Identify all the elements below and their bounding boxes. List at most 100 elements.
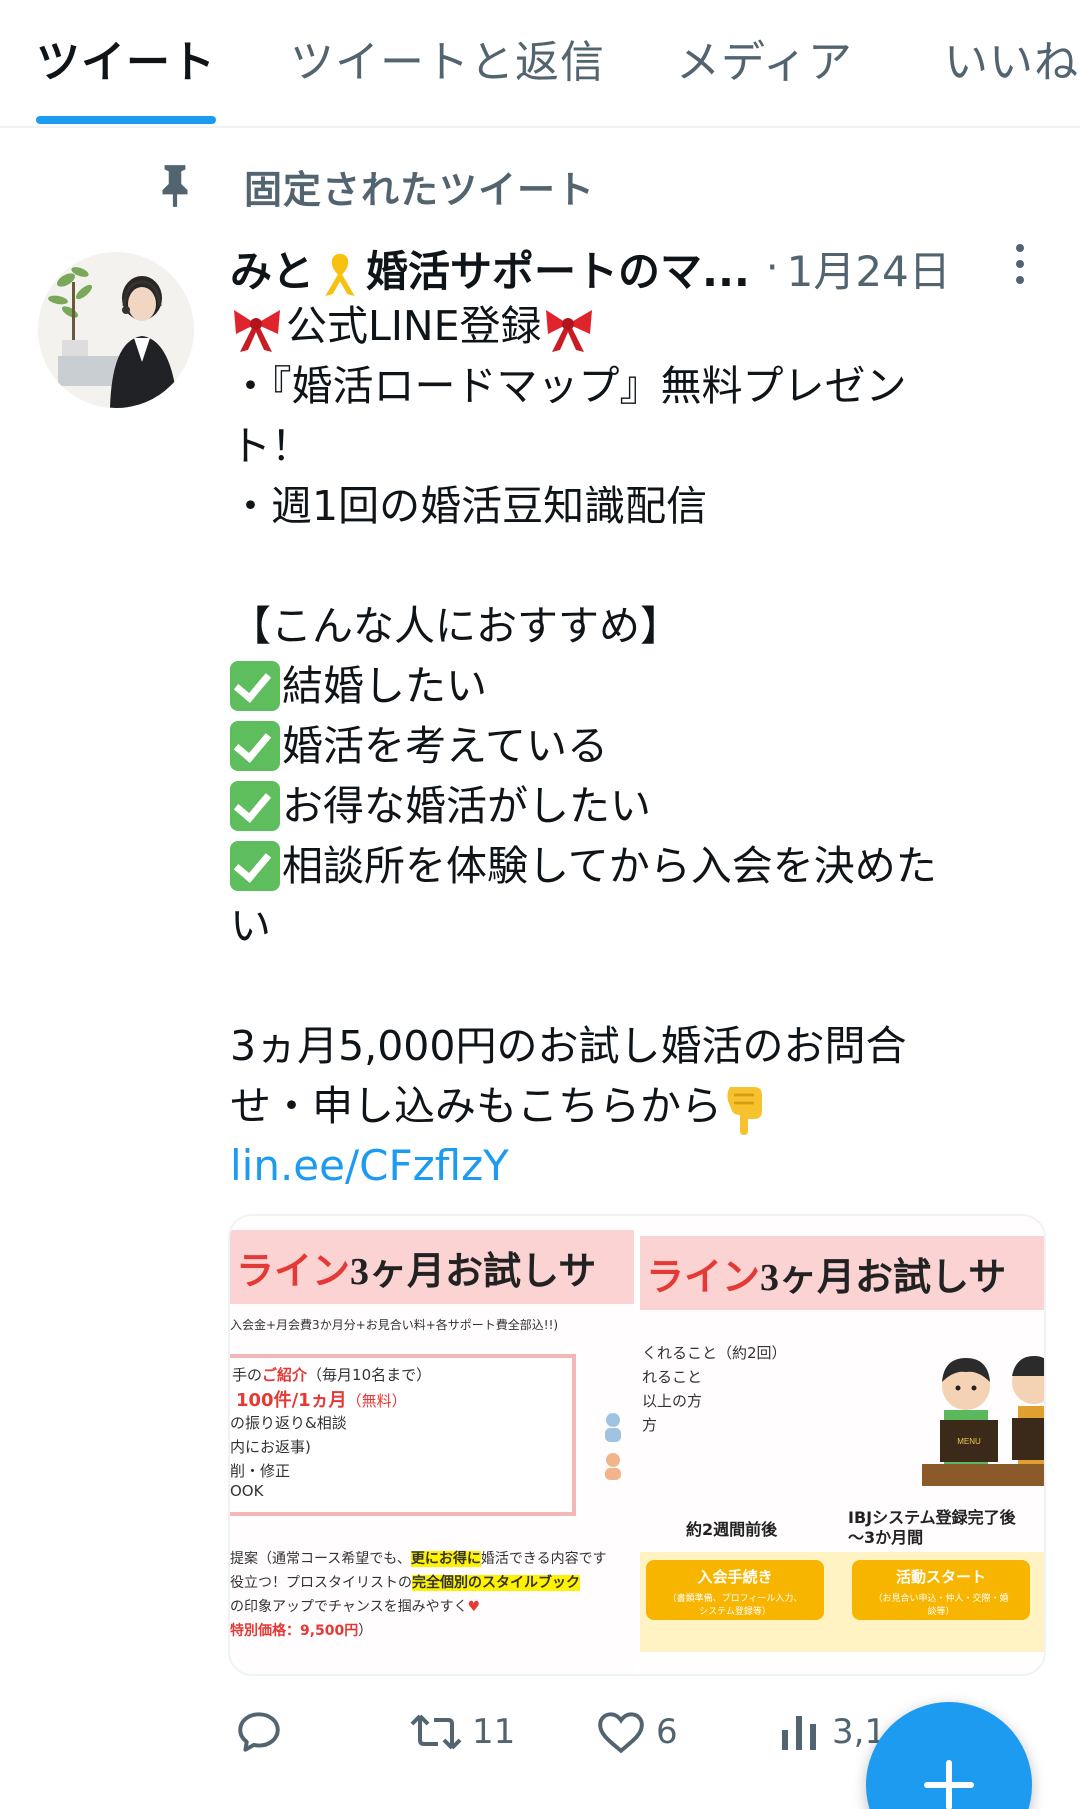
heart-icon bbox=[598, 1712, 644, 1754]
media-text: （毎月10名まで） bbox=[307, 1366, 432, 1384]
media-text: ） bbox=[358, 1623, 373, 1639]
media-text: 婚活できる内容です bbox=[480, 1551, 607, 1567]
media-text: （無料） bbox=[346, 1392, 407, 1410]
media-text: 入会手続き bbox=[697, 1568, 773, 1586]
views-button[interactable]: 3,1 bbox=[778, 1700, 886, 1764]
pinned-indicator: 固定されたツイート bbox=[150, 158, 595, 214]
media-text: 手の bbox=[232, 1366, 263, 1384]
tab-tweets-and-replies[interactable]: ツイートと返信 bbox=[290, 26, 605, 90]
heart-icon: ♥ bbox=[467, 1599, 481, 1615]
media-image-right[interactable]: ライン 3ヶ月お試しサ くれること（約2回） れること 以上の方 方 MENU 約… bbox=[640, 1216, 1044, 1674]
media-text: 以上の方 bbox=[642, 1392, 703, 1410]
banner-black-text: 3ヶ月お試しサ bbox=[350, 1250, 597, 1293]
media-text: くれること（約2回） bbox=[642, 1344, 787, 1362]
tweet-line: お得な婚活がしたい bbox=[230, 776, 1020, 836]
media-text: 提案（通常コース希望でも、 bbox=[230, 1551, 411, 1567]
media-text: 約2週間前後 bbox=[686, 1520, 778, 1539]
like-button[interactable]: 6 bbox=[596, 1700, 678, 1764]
pinned-label: 固定されたツイート bbox=[244, 167, 596, 212]
tweet-line: 結婚したい bbox=[230, 656, 1020, 716]
more-options-icon[interactable] bbox=[1005, 242, 1035, 286]
tweet-line: ト！ bbox=[230, 422, 312, 470]
tweet-line: 相談所を体験してから入会を決めた bbox=[230, 836, 1020, 896]
check-mark-icon bbox=[230, 781, 280, 831]
tweet-line: 3ヵ月5,000円のお試し婚活のお問合 bbox=[230, 1022, 907, 1070]
like-count: 6 bbox=[656, 1712, 678, 1752]
tweet-media: ライン 3ヶ月お試しサ 入会金+月会費3か月分+お見合い料+各サポート費全部込!!… bbox=[228, 1214, 1046, 1676]
avatar-photo bbox=[38, 252, 194, 408]
person-icon bbox=[605, 1413, 621, 1480]
retweet-icon bbox=[410, 1714, 462, 1750]
header-separator: · bbox=[765, 245, 779, 291]
red-ribbon-icon bbox=[234, 310, 280, 352]
tweet-text: 公式LINE登録 ・『婚活ロードマップ』無料プレゼン ト！ ・週1回の婚活豆知識… bbox=[230, 296, 1020, 1196]
views-icon bbox=[782, 1716, 816, 1750]
media-text: （お見合い申込・仲人・交際・婚 bbox=[873, 1594, 1009, 1604]
banner-red-text: ライン bbox=[236, 1250, 351, 1293]
reply-button[interactable] bbox=[234, 1700, 294, 1764]
media-text: 役立つ！プロスタイリストの bbox=[230, 1575, 412, 1591]
media-text: （書類準備、プロフィール入力、 bbox=[667, 1594, 803, 1604]
step-card: 活動スタート （お見合い申込・仲人・交際・婚 談等） bbox=[852, 1560, 1030, 1620]
media-text-line: 手のご紹介（毎月10名まで） bbox=[232, 1364, 431, 1385]
media-text-line: 役立つ！プロスタイリストの完全個別のスタイルブック bbox=[230, 1572, 580, 1592]
tweet-line: ・『婚活ロードマップ』無料プレゼン bbox=[230, 362, 907, 410]
display-name-suffix: 婚活サポートのマ... bbox=[366, 246, 750, 296]
tweet-line: 【こんな人におすすめ】 bbox=[230, 602, 681, 650]
tweet-line-text: 公式LINE登録 bbox=[286, 302, 542, 350]
retweet-button[interactable]: 11 bbox=[410, 1700, 515, 1764]
tweet-line-text: 婚活を考えている bbox=[282, 722, 608, 770]
tweet-line: 公式LINE登録 bbox=[230, 296, 1020, 356]
banner-red-text: ライン bbox=[646, 1256, 761, 1299]
tab-tweets[interactable]: ツイート bbox=[36, 26, 216, 90]
tweet-line: い bbox=[230, 902, 271, 950]
media-text-line: 特別価格：9,500円） bbox=[230, 1620, 372, 1640]
media-text: 100件/1ヵ月 bbox=[236, 1390, 347, 1411]
media-text: 更にお得に bbox=[410, 1551, 481, 1567]
reply-icon bbox=[238, 1712, 280, 1752]
media-banner: ライン 3ヶ月お試しサ bbox=[640, 1236, 1044, 1310]
media-text: 削・修正 bbox=[230, 1462, 291, 1480]
yellow-ribbon-icon bbox=[325, 253, 355, 296]
tweet-line-text: せ・申し込みもこちらから bbox=[230, 1082, 722, 1130]
banner-black-text: 3ヶ月お試しサ bbox=[760, 1256, 1007, 1299]
tweet-date[interactable]: 1月24日 bbox=[787, 238, 951, 299]
reading-kids-illustration: MENU bbox=[922, 1356, 1044, 1486]
media-text: 特別価格：9,500円 bbox=[230, 1623, 359, 1639]
tab-media[interactable]: メディア bbox=[676, 26, 853, 90]
media-text: 方 bbox=[642, 1416, 658, 1434]
media-text: OOK bbox=[230, 1482, 264, 1500]
book-label: MENU bbox=[957, 1437, 981, 1446]
avatar[interactable] bbox=[38, 252, 194, 408]
media-banner: ライン 3ヶ月お試しサ bbox=[230, 1230, 634, 1304]
media-text: 談等） bbox=[927, 1607, 955, 1617]
retweet-count: 11 bbox=[472, 1712, 516, 1752]
active-tab-indicator bbox=[36, 116, 216, 124]
media-text: 活動スタート bbox=[895, 1568, 986, 1586]
media-text: 完全個別のスタイルブック bbox=[412, 1575, 580, 1591]
media-image-left[interactable]: ライン 3ヶ月お試しサ 入会金+月会費3か月分+お見合い料+各サポート費全部込!!… bbox=[230, 1216, 634, 1674]
media-note: 入会金+月会費3か月分+お見合い料+各サポート費全部込!!) bbox=[230, 1318, 559, 1332]
check-mark-icon bbox=[230, 661, 280, 711]
check-mark-icon bbox=[230, 841, 280, 891]
display-name-prefix: みと bbox=[230, 246, 315, 296]
tweet-line-text: 相談所を体験してから入会を決めた bbox=[282, 842, 937, 890]
tweet-line-text: お得な婚活がしたい bbox=[282, 782, 651, 830]
media-text-line: 提案（通常コース希望でも、更にお得に婚活できる内容です bbox=[230, 1548, 607, 1568]
pointing-down-icon bbox=[727, 1087, 762, 1135]
check-mark-icon bbox=[230, 721, 280, 771]
tweet-link-line: lin.ee/CFzflzY bbox=[230, 1136, 1020, 1196]
tweet-link[interactable]: lin.ee/CFzflzY bbox=[230, 1141, 509, 1190]
media-text: 〜3か月間 bbox=[848, 1528, 924, 1547]
media-text: れること bbox=[642, 1368, 703, 1386]
tweet-line: せ・申し込みもこちらから bbox=[230, 1076, 1020, 1136]
tab-likes[interactable]: いいね bbox=[944, 26, 1079, 90]
tweet-line: 婚活を考えている bbox=[230, 716, 1020, 776]
tweet-line-text: 結婚したい bbox=[282, 662, 487, 710]
profile-tabs: ツイート ツイートと返信 メディア いいね bbox=[0, 0, 1080, 128]
media-text: の印象アップでチャンスを掴みやすく bbox=[230, 1599, 468, 1615]
step-card: 入会手続き （書類準備、プロフィール入力、 システム登録等） bbox=[646, 1560, 824, 1620]
display-name[interactable]: みと 婚活サポートのマ... bbox=[230, 238, 750, 299]
